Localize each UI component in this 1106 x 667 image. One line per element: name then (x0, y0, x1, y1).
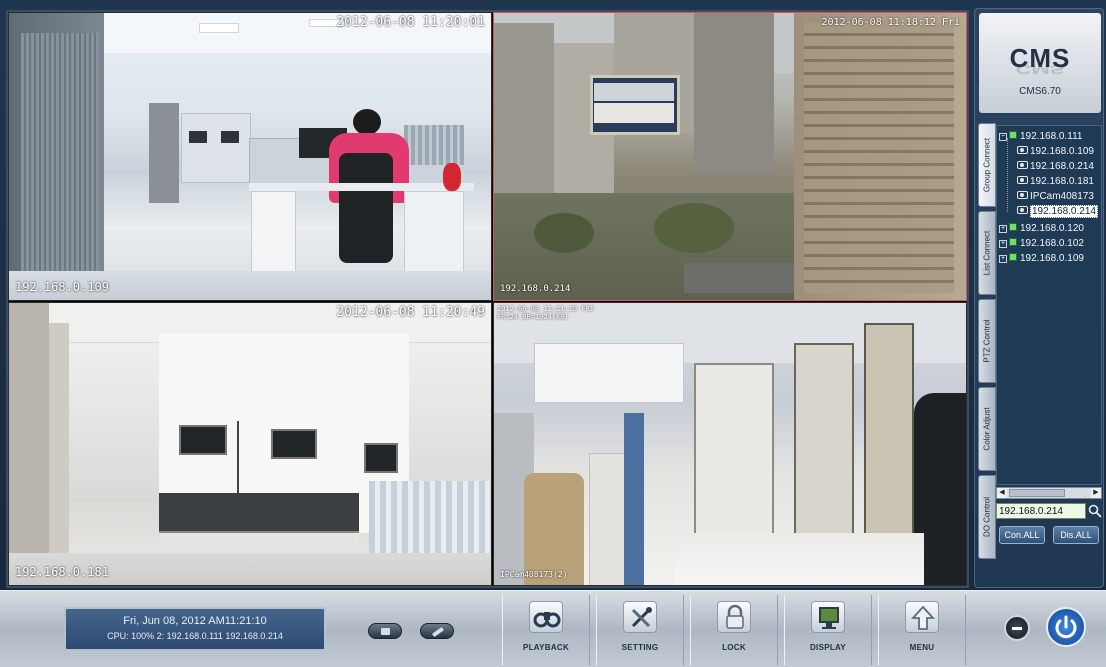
scroll-thumb[interactable] (1009, 489, 1065, 497)
tree-node-channel-selected[interactable]: 192.168.0.214 (1017, 205, 1098, 218)
camera-1-timestamp: 2012-06-08 11:20:01 (336, 15, 485, 30)
tree-node-device[interactable]: +192.168.0.109 (999, 252, 1084, 265)
tree-node-device-label: 192.168.0.102 (1020, 238, 1084, 249)
menu-button[interactable]: MENU (878, 595, 966, 665)
tree-node-channel[interactable]: 192.168.0.214 (1017, 160, 1094, 173)
logo-reflection: CMS (1015, 62, 1065, 78)
device-icon (1009, 223, 1017, 231)
camera-icon (1017, 191, 1028, 199)
tree-connector-line (1007, 138, 1008, 212)
expand-icon[interactable]: + (999, 240, 1007, 248)
tab-ptz-control-label: PTZ Control (982, 319, 992, 363)
minimize-button[interactable] (1004, 615, 1030, 641)
lock-label: LOCK (722, 643, 746, 652)
tab-do-control[interactable]: DO Control (978, 475, 996, 559)
tab-do-control-label: DO Control (982, 496, 992, 538)
scroll-left-icon[interactable]: ◀ (997, 488, 1007, 498)
arrow-up-icon (905, 601, 939, 633)
tree-node-device[interactable]: +192.168.0.120 (999, 222, 1084, 235)
snapshot-button[interactable] (420, 623, 454, 639)
camera-view-2[interactable]: 2012-06-08 11:18:12 Fri 192.168.0.214 (493, 12, 967, 301)
tab-color-adjust-label: Color Adjust (982, 407, 992, 451)
logo: CMS CMS CMS6.70 (979, 13, 1101, 113)
camera-icon (1017, 176, 1028, 184)
tree-node-root[interactable]: − 192.168.0.111 (999, 130, 1082, 143)
tab-group-connect[interactable]: Group Connect (978, 123, 996, 207)
tree-node-device-label: 192.168.0.109 (1020, 253, 1084, 264)
camera-icon (1017, 146, 1028, 154)
camera-view-3[interactable]: 2012-06-08 11:20:49 192.168.0.181 (8, 302, 492, 586)
lock-button[interactable]: LOCK (690, 595, 778, 665)
status-datetime: Fri, Jun 08, 2012 AM11:21:10 (123, 615, 267, 627)
tree-node-channel-label: 192.168.0.214 (1030, 161, 1094, 172)
lock-icon (717, 601, 751, 633)
status-cpu: CPU: 100% 2: 192.168.0.111 192.168.0.214 (107, 631, 283, 641)
camera-view-4[interactable]: 2012-06-08 11:21:10 FRI FR=24 BR=1024(kB… (493, 302, 967, 586)
version-label: CMS6.70 (1019, 86, 1061, 97)
camera-1-ip-label: 192.168.0.109 (15, 280, 109, 294)
camera-3-ip-label: 192.168.0.181 (15, 565, 109, 579)
tab-list-connect[interactable]: List Connect (978, 211, 996, 295)
expand-icon[interactable]: + (999, 255, 1007, 263)
display-button[interactable]: DISPLAY (784, 595, 872, 665)
tab-list-connect-label: List Connect (982, 230, 992, 276)
scroll-right-icon[interactable]: ▶ (1091, 488, 1101, 498)
display-label: DISPLAY (809, 643, 847, 652)
device-icon (1009, 131, 1017, 139)
camera-4-ip-label: IPCam408173(2) (500, 570, 568, 579)
tab-color-adjust[interactable]: Color Adjust (978, 387, 996, 471)
tree-node-root-label: 192.168.0.111 (1020, 131, 1083, 142)
tab-group-connect-label: Group Connect (982, 137, 992, 193)
playback-label: PLAYBACK (522, 643, 570, 652)
status-display: Fri, Jun 08, 2012 AM11:21:10 CPU: 100% 2… (64, 607, 326, 651)
video-grid: 2012-06-08 11:20:01 192.168.0.109 2012-0… (6, 10, 969, 588)
tab-ptz-control[interactable]: PTZ Control (978, 299, 996, 383)
record-button[interactable] (368, 623, 402, 639)
tree-node-channel-label: IPCam408173 (1030, 191, 1094, 202)
camera-3-timestamp: 2012-06-08 11:20:49 (336, 305, 485, 320)
search-input[interactable] (996, 503, 1086, 519)
setting-button[interactable]: SETTING (596, 595, 684, 665)
playback-button[interactable]: PLAYBACK (502, 595, 590, 665)
camera-2-ip-label: 192.168.0.214 (500, 284, 571, 294)
setting-label: SETTING (621, 643, 659, 652)
camera-2-timestamp: 2012-06-08 11:18:12 Fri (821, 17, 960, 28)
power-icon (1055, 615, 1077, 639)
camera-4-osd-line-1: 2012-06-08 11:21:10 FRI (497, 305, 594, 313)
camera-icon (1017, 161, 1028, 169)
cms-window: 2012-06-08 11:20:01 192.168.0.109 2012-0… (0, 0, 1106, 667)
camera-4-osd: 2012-06-08 11:21:10 FRI FR=24 BR=1024(kB… (497, 305, 594, 321)
connect-all-button[interactable]: Con.ALL (999, 526, 1045, 544)
monitor-icon (811, 601, 845, 633)
device-icon (1009, 238, 1017, 246)
tree-node-device-label: 192.168.0.120 (1020, 223, 1084, 234)
tree-node-channel-label: 192.168.0.214 (1030, 205, 1098, 218)
tree-node-channel[interactable]: 192.168.0.109 (1017, 145, 1094, 158)
tree-node-channel[interactable]: IPCam408173 (1017, 190, 1094, 203)
tree-horizontal-scrollbar[interactable]: ◀ ▶ (996, 487, 1102, 499)
power-button[interactable] (1046, 607, 1086, 647)
tree-node-channel-label: 192.168.0.181 (1030, 176, 1094, 187)
bottom-toolbar: Fri, Jun 08, 2012 AM11:21:10 CPU: 100% 2… (0, 590, 1106, 667)
camera-icon (1017, 206, 1028, 214)
camera-4-osd-line-2: FR=24 BR=1024(kB) (497, 313, 569, 321)
right-panel: CMS CMS CMS6.70 Group Connect List Conne… (974, 8, 1104, 588)
device-icon (1009, 253, 1017, 261)
tree-node-device[interactable]: +192.168.0.102 (999, 237, 1084, 250)
side-tabs: Group Connect List Connect PTZ Control C… (978, 123, 996, 563)
tree-node-channel[interactable]: 192.168.0.181 (1017, 175, 1094, 188)
disconnect-all-button[interactable]: Dis.ALL (1053, 526, 1099, 544)
device-tree[interactable]: − 192.168.0.111 192.168.0.109 192.168.0.2… (996, 125, 1102, 485)
search-row (996, 503, 1102, 519)
menu-label: MENU (909, 643, 935, 652)
camera-view-1[interactable]: 2012-06-08 11:20:01 192.168.0.109 (8, 12, 492, 301)
collapse-icon[interactable]: − (999, 133, 1007, 141)
search-icon[interactable] (1088, 504, 1102, 518)
tools-icon (623, 601, 657, 633)
tree-node-channel-label: 192.168.0.109 (1030, 146, 1094, 157)
expand-icon[interactable]: + (999, 225, 1007, 233)
binoculars-icon (529, 601, 563, 633)
